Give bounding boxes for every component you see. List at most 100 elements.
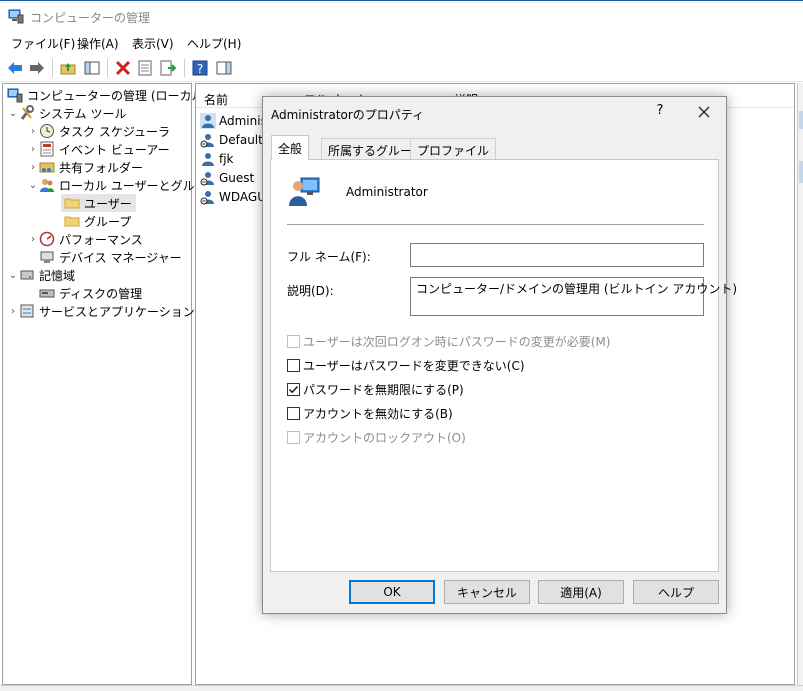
checkbox-label: ユーザーは次回ログオン時にパスワードの変更が必要(M) xyxy=(303,334,611,349)
tree-item-disk-management[interactable]: ディスクの管理 xyxy=(39,284,142,302)
description-field[interactable]: コンピューター/ドメインの管理用 (ビルトイン アカウント) xyxy=(410,277,737,316)
tree-label: デバイス マネージャー xyxy=(59,250,182,265)
forward-arrow-icon[interactable] xyxy=(27,58,47,78)
option-cannot-change-password[interactable]: ユーザーはパスワードを変更できない(C) xyxy=(287,357,525,373)
option-account-disabled[interactable]: アカウントを無効にする(B) xyxy=(287,405,453,421)
navigation-tree: コンピューターの管理 (ローカル) ⌄ システム ツール › タスク スケジュー… xyxy=(2,83,218,685)
tree-label: 記憶域 xyxy=(39,268,76,283)
chevron-right-icon[interactable]: › xyxy=(27,140,39,158)
description-label: 説明(D): xyxy=(287,284,334,298)
option-account-locked-out: アカウントのロックアウト(O) xyxy=(287,429,466,445)
action-pane-edge xyxy=(797,83,803,685)
tree-item-device-manager[interactable]: デバイス マネージャー xyxy=(39,248,182,266)
ok-button[interactable]: OK xyxy=(349,580,435,604)
option-password-never-expires[interactable]: パスワードを無期限にする(P) xyxy=(287,381,464,397)
menu-file[interactable]: ファイル(F) xyxy=(11,35,75,52)
checkbox[interactable] xyxy=(287,406,300,420)
services-icon xyxy=(19,303,35,319)
checkbox[interactable] xyxy=(287,358,300,372)
menu-bar: ファイル(F) 操作(A) 表示(V) ヘルプ(H) xyxy=(0,32,803,54)
checkbox-checked[interactable] xyxy=(287,382,300,396)
up-folder-icon[interactable] xyxy=(58,58,78,78)
cancel-button[interactable]: キャンセル xyxy=(444,580,530,604)
storage-icon xyxy=(19,267,35,283)
tree-label: 共有フォルダー xyxy=(59,160,144,175)
event-viewer-icon xyxy=(39,141,55,157)
user-icon xyxy=(200,190,214,204)
properties-icon[interactable] xyxy=(135,58,155,78)
checkbox xyxy=(287,430,300,444)
action-pane-header xyxy=(799,161,803,183)
chevron-down-icon[interactable]: ⌄ xyxy=(7,104,19,122)
chevron-down-icon[interactable]: ⌄ xyxy=(27,176,39,194)
chevron-right-icon[interactable]: › xyxy=(27,158,39,176)
tab-profile[interactable]: プロファイル xyxy=(410,138,497,159)
chevron-down-icon[interactable]: ⌄ xyxy=(7,266,19,284)
help-dialog-button[interactable]: ヘルプ xyxy=(633,580,719,604)
export-list-icon[interactable] xyxy=(158,58,178,78)
apply-button[interactable]: 適用(A) xyxy=(538,580,624,604)
tree-item-local-users-groups[interactable]: ⌄ ローカル ユーザーとグループ xyxy=(27,176,218,194)
tree-item-task-scheduler[interactable]: › タスク スケジューラ xyxy=(27,122,170,140)
help-button[interactable]: ? xyxy=(653,103,667,121)
tree-label: システム ツール xyxy=(39,106,127,121)
tree-label: グループ xyxy=(84,214,132,229)
menu-action[interactable]: 操作(A) xyxy=(77,35,119,52)
tree-item-computer-management[interactable]: コンピューターの管理 (ローカル) xyxy=(7,86,208,104)
status-bar xyxy=(0,685,803,691)
menu-help[interactable]: ヘルプ(H) xyxy=(187,35,241,52)
divider xyxy=(287,224,704,225)
tree-label: コンピューターの管理 (ローカル) xyxy=(27,88,209,103)
chevron-right-icon[interactable]: › xyxy=(27,122,39,140)
window-titlebar: コンピューターの管理 xyxy=(0,0,803,32)
properties-dialog: Administratorのプロパティ ? 全般 所属するグループ プロファイル… xyxy=(262,96,737,614)
tree-item-groups[interactable]: グループ xyxy=(61,212,131,230)
checkmark-icon xyxy=(289,385,299,393)
tree-label: ディスクの管理 xyxy=(59,286,143,301)
back-arrow-icon[interactable] xyxy=(5,58,25,78)
performance-icon xyxy=(39,231,55,247)
chevron-right-icon[interactable]: › xyxy=(27,230,39,248)
account-name: Administrator xyxy=(346,185,428,199)
tree-item-services-applications[interactable]: › サービスとアプリケーション xyxy=(7,302,195,320)
user-icon xyxy=(202,152,214,166)
chevron-right-icon[interactable]: › xyxy=(7,302,19,320)
list-item[interactable]: Adminis xyxy=(200,111,267,130)
user-name: fjk xyxy=(219,151,234,166)
column-header-name[interactable]: 名前 xyxy=(204,91,228,108)
user-icon xyxy=(200,171,214,185)
window-title: コンピューターの管理 xyxy=(30,11,151,25)
list-item[interactable]: fjk xyxy=(200,149,234,168)
user-icon xyxy=(200,112,216,129)
show-hide-tree-icon[interactable] xyxy=(82,58,102,78)
tree-item-event-viewer[interactable]: › イベント ビューアー xyxy=(27,140,170,158)
user-icon xyxy=(200,133,214,147)
show-hide-action-pane-icon[interactable] xyxy=(214,58,234,78)
folder-icon xyxy=(64,213,80,229)
help-icon[interactable]: ? xyxy=(190,58,210,78)
tree-label: サービスとアプリケーション xyxy=(39,304,195,319)
checkbox xyxy=(287,334,300,348)
tree-item-system-tools[interactable]: ⌄ システム ツール xyxy=(7,104,126,122)
list-item[interactable]: WDAGU xyxy=(200,187,266,206)
list-item[interactable]: DefaultA xyxy=(200,130,271,149)
tree-item-performance[interactable]: › パフォーマンス xyxy=(27,230,143,248)
option-must-change-password: ユーザーは次回ログオン時にパスワードの変更が必要(M) xyxy=(287,333,610,349)
tab-general[interactable]: 全般 xyxy=(271,135,310,160)
shared-folder-icon xyxy=(39,159,55,175)
menu-view[interactable]: 表示(V) xyxy=(132,35,174,52)
list-item[interactable]: Guest xyxy=(200,168,254,187)
tree-item-users[interactable]: ユーザー xyxy=(61,194,136,212)
tree-item-shared-folders[interactable]: › 共有フォルダー xyxy=(27,158,143,176)
checkbox-label: パスワードを無期限にする(P) xyxy=(303,382,464,397)
close-icon[interactable] xyxy=(693,101,715,123)
delete-icon[interactable] xyxy=(113,58,133,78)
users-groups-icon xyxy=(39,177,55,193)
fullname-field[interactable] xyxy=(410,243,704,267)
computer-management-icon xyxy=(8,9,24,24)
user-icon xyxy=(289,177,320,206)
computer-management-icon xyxy=(7,87,23,103)
tree-item-storage[interactable]: ⌄ 記憶域 xyxy=(7,266,75,284)
disk-icon xyxy=(39,285,55,301)
system-tools-icon xyxy=(19,105,35,121)
